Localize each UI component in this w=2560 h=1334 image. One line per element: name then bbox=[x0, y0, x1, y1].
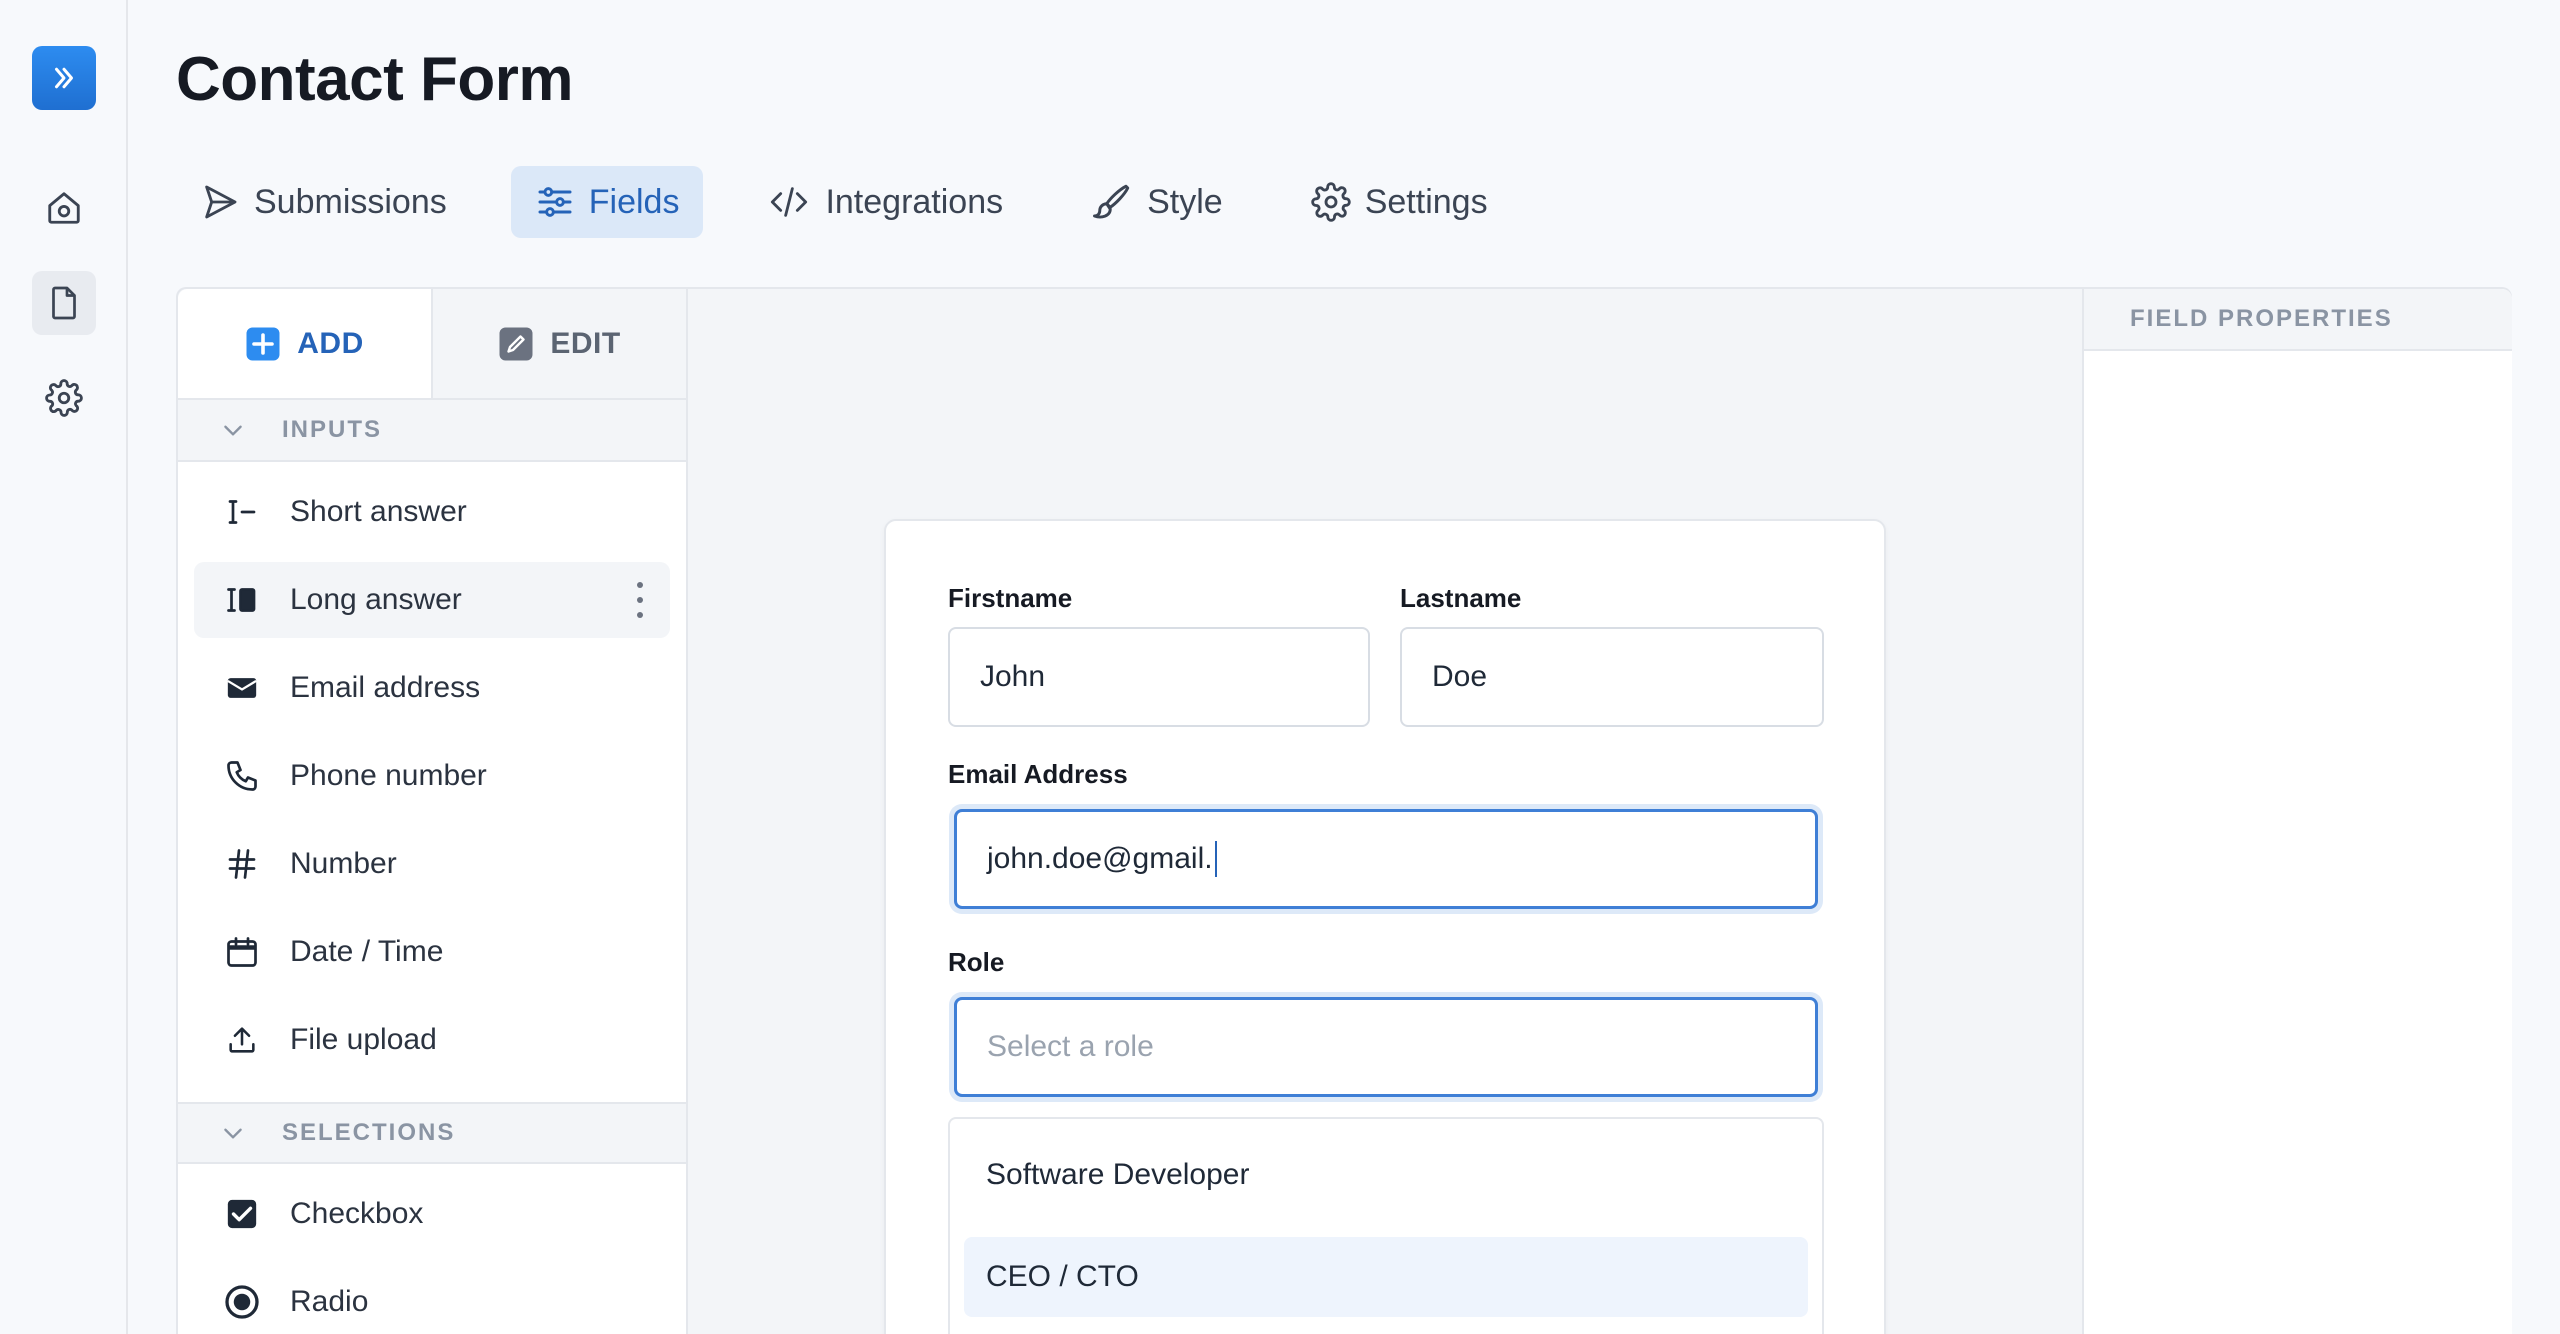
field-long-answer[interactable]: Long answer bbox=[194, 562, 670, 638]
field-label: Phone number bbox=[290, 759, 487, 792]
field-number[interactable]: Number bbox=[194, 826, 670, 902]
settings-rail-button[interactable] bbox=[32, 366, 96, 430]
field-label: Email address bbox=[290, 671, 481, 704]
field-short-answer[interactable]: Short answer bbox=[194, 474, 670, 550]
send-icon bbox=[205, 185, 237, 219]
plus-square-icon bbox=[246, 327, 280, 360]
tab-label: Integrations bbox=[825, 182, 1004, 221]
field-email-address[interactable]: Email address bbox=[194, 650, 670, 726]
tab-label: Settings bbox=[1364, 182, 1488, 221]
radio-icon bbox=[224, 1284, 260, 1320]
role-option-highlighted[interactable]: CEO / CTO bbox=[964, 1237, 1808, 1317]
field-label: Short answer bbox=[290, 495, 467, 528]
chevron-down-icon bbox=[224, 1128, 242, 1139]
field-phone-number[interactable]: Phone number bbox=[194, 738, 670, 814]
code-icon bbox=[771, 187, 808, 217]
pencil-square-icon bbox=[499, 327, 533, 360]
left-rail bbox=[0, 0, 128, 1334]
hash-icon bbox=[224, 846, 260, 882]
field-radio[interactable]: Radio bbox=[194, 1264, 670, 1334]
text-cursor-icon bbox=[224, 494, 260, 530]
edit-tab[interactable]: EDIT bbox=[431, 289, 686, 398]
role-dropdown: Software Developer CEO / CTO bbox=[948, 1117, 1824, 1334]
field-date-time[interactable]: Date / Time bbox=[194, 914, 670, 990]
field-properties-panel: FIELD PROPERTIES bbox=[2082, 289, 2512, 1334]
upload-icon bbox=[224, 1022, 260, 1058]
firstname-input[interactable]: John bbox=[948, 627, 1370, 727]
brush-icon bbox=[1093, 184, 1130, 219]
document-icon bbox=[52, 286, 76, 320]
tab-settings[interactable]: Settings bbox=[1287, 166, 1512, 238]
role-select[interactable]: Select a role bbox=[954, 997, 1818, 1097]
tab-bar: Submissions Fields Integrations Style Se… bbox=[176, 166, 1552, 238]
gear-icon bbox=[1311, 182, 1351, 222]
selections-section-header[interactable]: SELECTIONS bbox=[178, 1102, 686, 1164]
field-label: Long answer bbox=[290, 583, 462, 616]
tab-label: Submissions bbox=[254, 182, 447, 221]
firstname-label: Firstname bbox=[948, 583, 1073, 613]
role-label: Role bbox=[948, 947, 1005, 977]
section-title: INPUTS bbox=[282, 416, 383, 443]
field-checkbox[interactable]: Checkbox bbox=[194, 1176, 670, 1252]
email-value: john.doe@gmail. bbox=[987, 842, 1213, 875]
field-file-upload[interactable]: File upload bbox=[194, 1002, 670, 1078]
email-label: Email Address bbox=[948, 759, 1128, 789]
checkbox-icon bbox=[224, 1196, 260, 1232]
lastname-label: Lastname bbox=[1400, 583, 1522, 613]
text-block-icon bbox=[224, 582, 260, 618]
field-properties-header: FIELD PROPERTIES bbox=[2084, 289, 2512, 351]
phone-icon bbox=[224, 758, 260, 794]
add-tab[interactable]: ADD bbox=[178, 289, 431, 398]
inputs-list: Short answer Long answer Email address P… bbox=[178, 462, 686, 1102]
email-input[interactable]: john.doe@gmail. bbox=[954, 809, 1818, 909]
lastname-value: Doe bbox=[1432, 660, 1488, 693]
lastname-input[interactable]: Doe bbox=[1400, 627, 1824, 727]
role-placeholder: Select a role bbox=[987, 1030, 1154, 1063]
option-label: CEO / CTO bbox=[986, 1260, 1139, 1293]
firstname-value: John bbox=[980, 660, 1046, 693]
selections-list: Checkbox Radio bbox=[178, 1164, 686, 1334]
home-button[interactable] bbox=[32, 176, 96, 240]
text-caret bbox=[1214, 841, 1217, 877]
form-builder: ADD EDIT INPUTS Short answer Long answer bbox=[176, 287, 2512, 1334]
palette-tabs: ADD EDIT bbox=[178, 289, 686, 400]
option-label: Software Developer bbox=[986, 1158, 1250, 1191]
field-label: Date / Time bbox=[290, 935, 444, 968]
tab-label: Style bbox=[1147, 182, 1223, 221]
gear-icon bbox=[45, 379, 83, 417]
expand-sidebar-button[interactable] bbox=[32, 46, 96, 110]
field-label: Checkbox bbox=[290, 1197, 424, 1230]
section-title: SELECTIONS bbox=[282, 1119, 456, 1146]
field-palette: ADD EDIT INPUTS Short answer Long answer bbox=[178, 289, 688, 1334]
chevron-down-icon bbox=[224, 425, 242, 436]
tab-integrations[interactable]: Integrations bbox=[743, 166, 1027, 238]
tab-label: Fields bbox=[588, 182, 680, 221]
field-label: Radio bbox=[290, 1285, 369, 1318]
sliders-icon bbox=[538, 187, 572, 217]
home-icon bbox=[48, 192, 80, 224]
forms-button[interactable] bbox=[32, 271, 96, 335]
tab-style[interactable]: Style bbox=[1067, 166, 1247, 238]
double-chevron-right-icon bbox=[55, 67, 73, 89]
role-option[interactable]: Software Developer bbox=[964, 1135, 1808, 1215]
field-label: Number bbox=[290, 847, 397, 880]
tab-submissions[interactable]: Submissions bbox=[176, 166, 471, 238]
more-options-icon[interactable] bbox=[636, 582, 644, 618]
calendar-icon bbox=[224, 934, 260, 970]
edit-tab-label: EDIT bbox=[550, 326, 621, 360]
tab-fields[interactable]: Fields bbox=[510, 166, 704, 238]
envelope-icon bbox=[224, 670, 260, 706]
field-label: File upload bbox=[290, 1023, 437, 1056]
page-title: Contact Form bbox=[176, 45, 574, 114]
form-preview-card: Firstname John Lastname Doe Email Addres… bbox=[884, 519, 1886, 1334]
inputs-section-header[interactable]: INPUTS bbox=[178, 400, 686, 462]
add-tab-label: ADD bbox=[297, 326, 364, 360]
